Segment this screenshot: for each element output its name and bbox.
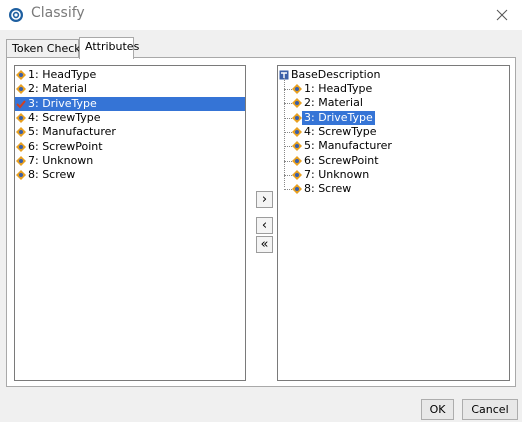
attribute-icon	[292, 126, 302, 137]
attribute-icon	[292, 184, 302, 195]
item-label: 1: HeadType	[304, 82, 373, 95]
tree-item[interactable]: 7: Unknown	[278, 168, 509, 182]
checkmark-icon	[16, 99, 26, 109]
item-label: 5: Manufacturer	[28, 125, 116, 139]
item-label: 3: DriveType	[28, 96, 97, 110]
remove-button[interactable]: ‹	[256, 217, 273, 234]
remove-all-button[interactable]: «	[256, 236, 273, 253]
remove-button-label: ‹	[261, 218, 268, 233]
list-item[interactable]: 3: DriveType	[15, 96, 245, 111]
attribute-icon	[16, 155, 26, 166]
close-icon	[496, 9, 508, 21]
attribute-icon	[16, 84, 26, 95]
tree-item[interactable]: 8: Screw	[278, 182, 509, 196]
remove-all-button-label: «	[260, 237, 269, 252]
tree-item[interactable]: 5: Manufacturer	[278, 139, 509, 153]
cancel-button[interactable]: Cancel	[462, 399, 518, 420]
item-label: 2: Material	[304, 96, 363, 110]
tab-label: Token Checks	[12, 42, 87, 55]
list-item[interactable]: 2: Material	[15, 82, 245, 96]
item-label: 7: Unknown	[28, 153, 94, 167]
attribute-icon	[292, 112, 302, 123]
cancel-button-label: Cancel	[471, 403, 509, 416]
list-item[interactable]: 1: HeadType	[15, 68, 245, 82]
attribute-icon	[292, 169, 302, 180]
tree-item[interactable]: 6: ScrewPoint	[278, 154, 509, 168]
ok-button-label: OK	[429, 403, 446, 416]
list-item[interactable]: 4: ScrewType	[15, 111, 245, 125]
tab-label: Attributes	[85, 40, 140, 53]
tree-item[interactable]: 3: DriveType	[278, 110, 509, 125]
attribute-icon	[16, 127, 26, 138]
selected-attributes-tree[interactable]: BaseDescription 1: HeadType 2: Material 3: …	[277, 65, 510, 381]
item-label: 3: DriveType	[302, 110, 375, 125]
tab-attributes[interactable]: Attributes	[79, 37, 139, 59]
tree-root[interactable]: BaseDescription	[278, 68, 509, 82]
tree-item[interactable]: 1: HeadType	[278, 82, 509, 96]
attribute-icon	[292, 141, 302, 152]
tree-item[interactable]: 4: ScrewType	[278, 125, 509, 139]
tree-item[interactable]: 2: Material	[278, 96, 509, 110]
attributes-panel: 1: HeadType 2: Material 3: DriveType 4: Scr…	[6, 57, 516, 387]
item-label: 6: ScrewPoint	[28, 139, 103, 153]
close-button[interactable]	[482, 0, 522, 30]
item-label: 2: Material	[28, 82, 87, 96]
list-item[interactable]: 8: Screw	[15, 168, 245, 182]
list-item[interactable]: 6: ScrewPoint	[15, 140, 245, 154]
add-button[interactable]: ›	[256, 191, 273, 208]
attribute-icon	[16, 112, 26, 123]
item-label: 8: Screw	[28, 168, 76, 182]
list-item[interactable]: 5: Manufacturer	[15, 125, 245, 139]
item-label: 6: ScrewPoint	[304, 153, 379, 167]
add-button-label: ›	[261, 192, 268, 207]
window-title: Classify	[31, 5, 85, 21]
attribute-icon	[292, 84, 302, 94]
title-bar: Classify	[0, 0, 522, 30]
attribute-icon	[16, 70, 26, 80]
ok-button[interactable]: OK	[421, 399, 454, 420]
item-label: 7: Unknown	[304, 167, 370, 181]
list-item[interactable]: 7: Unknown	[15, 154, 245, 168]
item-label: 8: Screw	[304, 182, 352, 196]
attribute-icon	[16, 141, 26, 152]
item-label: 4: ScrewType	[304, 124, 377, 138]
item-label: BaseDescription	[291, 68, 381, 81]
attribute-icon	[292, 98, 302, 109]
attribute-icon	[16, 170, 26, 181]
available-attributes-list[interactable]: 1: HeadType 2: Material 3: DriveType 4: Scr…	[14, 65, 246, 381]
tab-token-checks[interactable]: Token Checks	[6, 39, 86, 58]
item-label: 4: ScrewType	[28, 110, 101, 124]
attribute-icon	[292, 155, 302, 166]
app-logo-icon	[9, 8, 23, 22]
item-label: 5: Manufacturer	[304, 139, 392, 153]
item-label: 1: HeadType	[28, 68, 97, 81]
